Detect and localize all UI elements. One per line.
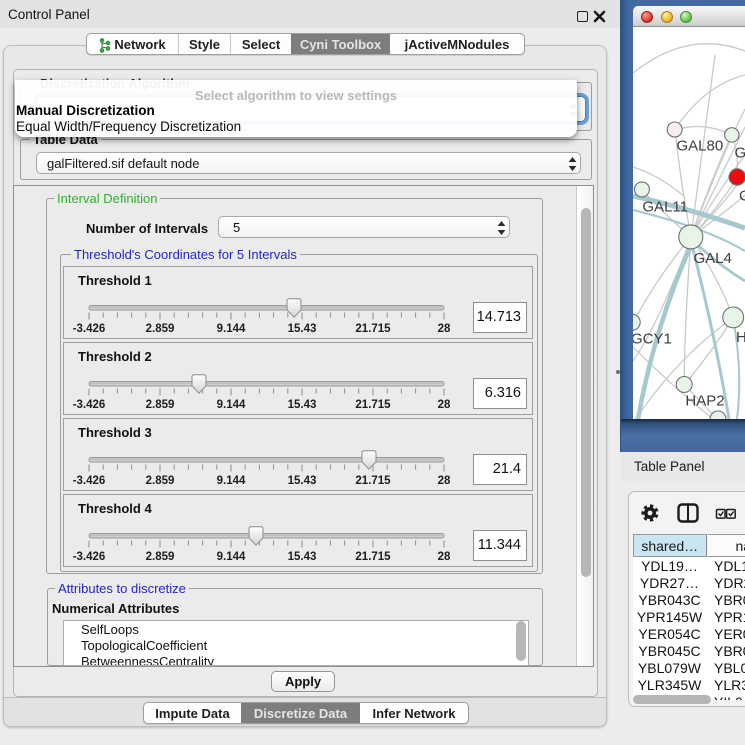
svg-text:15.43: 15.43 [288, 475, 317, 487]
svg-text:2.859: 2.859 [146, 475, 175, 487]
svg-text:2.859: 2.859 [146, 323, 175, 335]
svg-text:9.144: 9.144 [217, 551, 246, 563]
svg-text:28: 28 [438, 475, 451, 487]
svg-text:-3.426: -3.426 [73, 399, 106, 411]
svg-text:GAL11: GAL11 [642, 199, 688, 216]
svg-text:28: 28 [438, 551, 451, 563]
svg-text:GAL3: GAL3 [735, 145, 745, 162]
svg-text:21.715: 21.715 [355, 323, 391, 335]
svg-text:GCY1: GCY1 [633, 331, 672, 348]
svg-text:15.43: 15.43 [288, 323, 317, 335]
svg-text:9.144: 9.144 [217, 475, 246, 487]
svg-text:-3.426: -3.426 [73, 551, 106, 563]
svg-text:21.715: 21.715 [355, 399, 391, 411]
svg-text:CD: CD [739, 188, 745, 205]
svg-text:9.144: 9.144 [217, 323, 246, 335]
svg-text:HA: HA [736, 329, 745, 346]
svg-text:9.144: 9.144 [217, 399, 246, 411]
svg-text:HAP2: HAP2 [685, 393, 724, 410]
svg-text:21.715: 21.715 [355, 551, 391, 563]
svg-text:-3.426: -3.426 [73, 323, 106, 335]
svg-text:15.43: 15.43 [288, 399, 317, 411]
svg-text:28: 28 [438, 323, 451, 335]
svg-text:2.859: 2.859 [146, 399, 175, 411]
svg-text:GAL80: GAL80 [677, 138, 724, 155]
svg-text:15.43: 15.43 [288, 551, 317, 563]
svg-text:-3.426: -3.426 [73, 475, 106, 487]
svg-text:GAL4: GAL4 [694, 250, 732, 267]
svg-text:21.715: 21.715 [355, 475, 391, 487]
svg-text:2.859: 2.859 [146, 551, 175, 563]
svg-text:28: 28 [438, 399, 451, 411]
